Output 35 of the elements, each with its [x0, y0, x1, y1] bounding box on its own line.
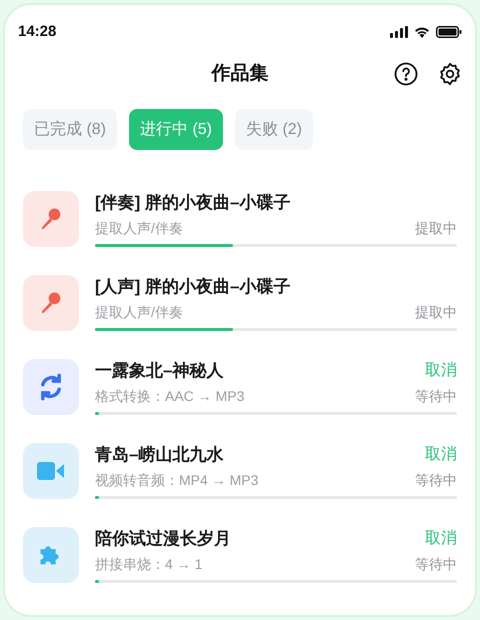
puzzle-icon: [23, 526, 79, 582]
cancel-button[interactable]: 取消: [425, 527, 457, 551]
signal-icon: [390, 26, 408, 38]
task-title: 陪你试过漫长岁月: [95, 528, 231, 550]
task-status: 等待中: [415, 554, 457, 574]
cancel-button[interactable]: 取消: [425, 359, 457, 383]
microphone-icon: [23, 190, 79, 246]
task-title: [人声] 胖的小夜曲–小碟子: [95, 276, 290, 298]
battery-icon: [436, 26, 462, 38]
task-detail: 格式转换：AAC → MP3: [95, 386, 244, 406]
task-title: 青岛–崂山北九水: [95, 444, 224, 466]
task-status: 等待中: [415, 386, 457, 406]
help-icon: [394, 62, 418, 86]
wifi-icon: [414, 26, 430, 38]
microphone-icon: [23, 274, 79, 330]
task-status: 提取中: [415, 218, 457, 238]
sync-icon: [23, 358, 79, 414]
video-camera-icon: [23, 442, 79, 498]
task-status: 等待中: [415, 470, 457, 490]
task-status: 提取中: [415, 302, 457, 322]
task-detail: 提取人声/伴奏: [95, 218, 183, 238]
status-time: 14:28: [18, 22, 56, 42]
filter-tab[interactable]: 已完成 (8): [23, 109, 117, 150]
filter-tab[interactable]: 失败 (2): [235, 109, 313, 150]
task-detail: 提取人声/伴奏: [95, 302, 183, 322]
task-title: [伴奏] 胖的小夜曲–小碟子: [95, 192, 290, 214]
settings-button[interactable]: [438, 62, 462, 86]
task-title: 一露象北–神秘人: [95, 360, 224, 382]
task-detail: 视频转音频：MP4 → MP3: [95, 470, 258, 490]
settings-icon: [438, 62, 462, 86]
help-button[interactable]: [394, 62, 418, 86]
task-detail: 拼接串烧：4 → 1: [95, 554, 202, 574]
cancel-button[interactable]: 取消: [425, 443, 457, 467]
filter-tab[interactable]: 进行中 (5): [129, 109, 223, 150]
page-title: 作品集: [212, 62, 268, 86]
